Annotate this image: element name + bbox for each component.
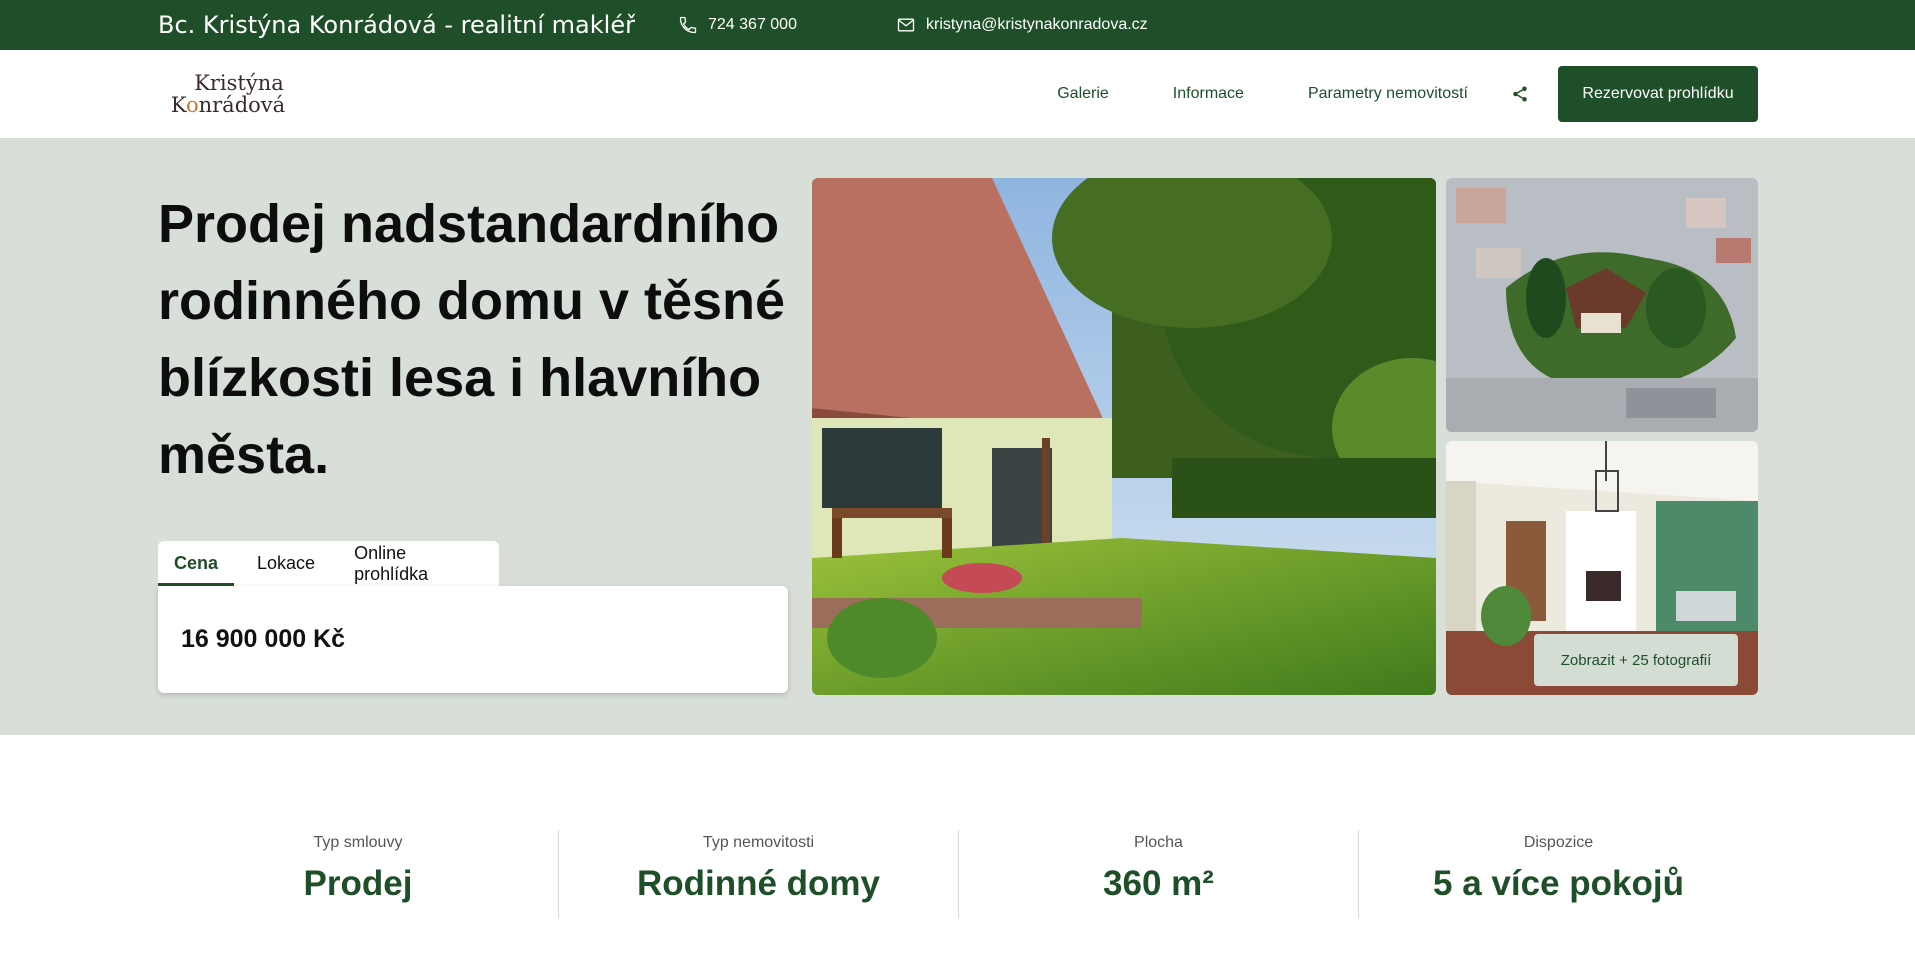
param-property-type: Typ nemovitosti Rodinné domy	[558, 830, 958, 918]
email-contact[interactable]: kristyna@kristynakonradova.cz	[896, 15, 1148, 35]
hero-section: Prodej nadstandardního rodinného domu v …	[0, 138, 1915, 735]
param-value: 5 a více pokojů	[1433, 864, 1684, 903]
param-value: 360 m²	[1103, 864, 1214, 903]
tab-online-prohlidka[interactable]: Online prohlídka	[338, 541, 499, 586]
agent-name: Bc. Kristýna Konrádová - realitní makléř	[158, 11, 635, 39]
param-label: Plocha	[1134, 834, 1183, 851]
param-area: Plocha 360 m²	[958, 830, 1358, 918]
param-layout: Dispozice 5 a více pokojů	[1358, 830, 1758, 918]
logo[interactable]: Kristýna Konrádová	[158, 61, 298, 127]
param-label: Typ nemovitosti	[702, 834, 815, 851]
nav-item-galerie[interactable]: Galerie	[1057, 85, 1109, 103]
email-address: kristyna@kristynakonradova.cz	[926, 16, 1148, 33]
share-icon	[1513, 86, 1527, 102]
param-contract-type: Typ smlouvy Prodej	[158, 830, 558, 918]
property-parameters: Typ smlouvy Prodej Typ nemovitosti Rodin…	[158, 830, 1758, 918]
phone-contact[interactable]: 724 367 000	[678, 15, 896, 35]
show-more-photos-button[interactable]: Zobrazit + 25 fotografií	[1534, 634, 1738, 686]
main-navigation: Kristýna Konrádová Galerie Informace Par…	[0, 50, 1915, 138]
phone-icon	[679, 16, 697, 34]
main-house-photo[interactable]	[812, 178, 1436, 695]
logo-line-2: Konrádová	[170, 92, 286, 117]
book-viewing-button[interactable]: Rezervovat prohlídku	[1558, 66, 1758, 122]
share-button[interactable]	[1510, 84, 1530, 104]
page-title: Prodej nadstandardního rodinného domu v …	[158, 194, 786, 485]
mail-icon	[897, 18, 915, 32]
price-value: 16 900 000 Kč	[181, 625, 346, 653]
nav-item-parametry[interactable]: Parametry nemovitostí	[1308, 85, 1468, 103]
param-label: Dispozice	[1523, 834, 1594, 851]
param-value: Prodej	[303, 864, 413, 903]
param-value: Rodinné domy	[636, 864, 881, 903]
nav-links: Galerie Informace Parametry nemovitostí	[1057, 85, 1468, 103]
nav-item-informace[interactable]: Informace	[1173, 85, 1244, 103]
phone-number: 724 367 000	[708, 16, 797, 33]
logo-line-1: Kristýna	[194, 70, 284, 95]
price-panel: 16 900 000 Kč	[158, 586, 788, 693]
info-tabs: Cena Lokace Online prohlídka	[158, 541, 499, 586]
tab-lokace[interactable]: Lokace	[241, 541, 331, 586]
tab-cena[interactable]: Cena	[158, 541, 235, 586]
top-contact-bar: Bc. Kristýna Konrádová - realitní makléř…	[0, 0, 1915, 50]
param-label: Typ smlouvy	[313, 834, 403, 851]
aerial-photo[interactable]	[1446, 178, 1758, 432]
